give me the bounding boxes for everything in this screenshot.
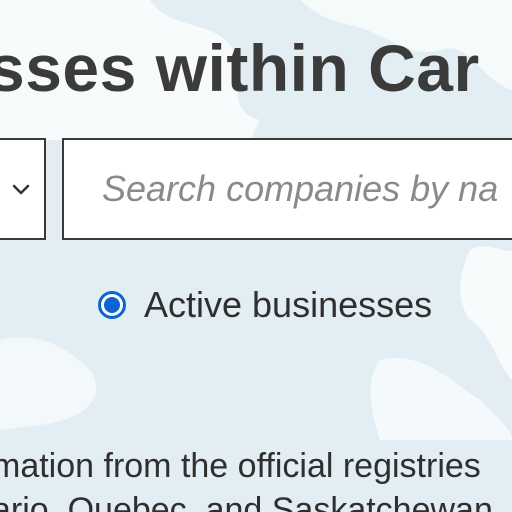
page: sses within Car Active businesses mation… <box>0 0 512 512</box>
radio-label: Active businesses <box>144 284 433 325</box>
filter-dropdown[interactable] <box>0 138 46 240</box>
page-title: sses within Car <box>0 31 480 105</box>
search-input[interactable] <box>62 138 512 240</box>
description-line-1: mation from the official registries <box>0 447 481 485</box>
map-landmass <box>370 358 512 440</box>
radio-button[interactable] <box>98 291 126 319</box>
active-businesses-option[interactable]: Active businesses <box>98 283 432 327</box>
chevron-down-icon <box>12 184 30 195</box>
radio-selected-dot <box>104 297 120 313</box>
description-line-2: ario, Quebec, and Saskatchewan <box>0 491 493 512</box>
map-landmass <box>460 246 512 380</box>
description-text: mation from the official registries ario… <box>0 444 493 512</box>
map-landmass <box>0 337 97 430</box>
